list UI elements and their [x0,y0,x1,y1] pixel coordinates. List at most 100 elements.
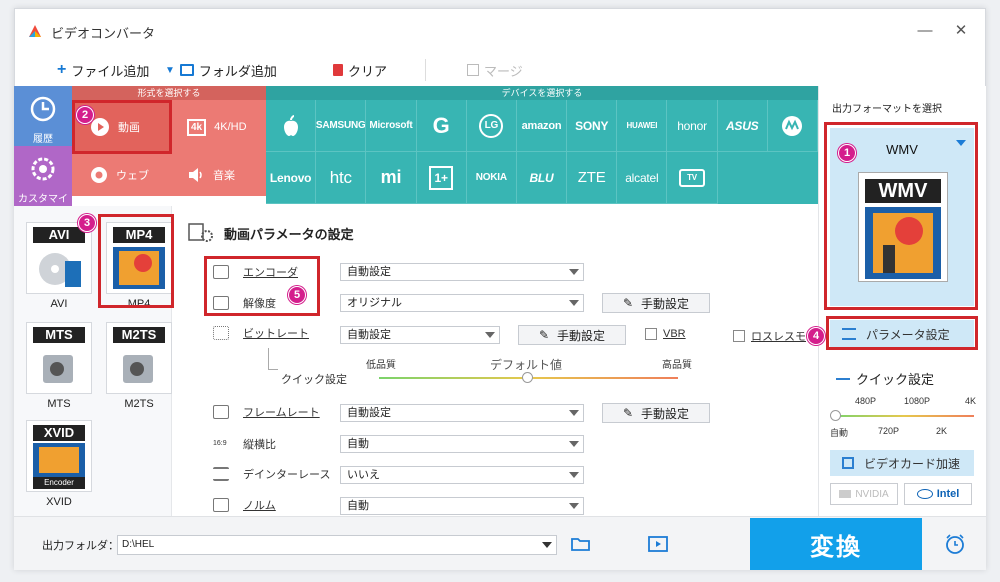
tick-4k: 4K [965,396,977,406]
nvidia-toggle[interactable]: NVIDIA [830,483,898,505]
htc-logo: htc [329,167,352,187]
device-tv[interactable]: TV [667,152,718,204]
device-samsung[interactable]: SAMSUNG [316,100,367,152]
step-badge-4: 4 [807,327,825,345]
device-google[interactable]: G [416,100,467,152]
convert-button[interactable]: 変換 [750,518,922,570]
tick-2k: 2K [936,426,948,436]
format-avi[interactable]: AVI AVI [24,222,94,310]
microsoft-logo: Microsoft [369,120,413,131]
encoder-select[interactable]: 自動設定 [340,263,584,281]
device-lenovo[interactable]: Lenovo [266,152,317,204]
huawei-logo: HUAWEI [626,121,658,130]
params-title-label: 動画パラメータの設定 [224,226,354,242]
xvid-label: XVID [46,496,72,508]
clear-button[interactable]: クリア [333,61,387,79]
pencil-icon: ✎ [538,328,550,342]
quick-slider-handle[interactable] [830,410,841,421]
device-microsoft[interactable]: Microsoft [366,100,417,152]
device-sony[interactable]: SONY [567,100,618,152]
xvid-thumb-label: XVID [33,425,85,441]
folder-add-icon [179,64,194,76]
slider-icon [836,377,850,380]
device-alcatel[interactable]: alcatel [617,152,668,204]
tv-icon: TV [679,168,706,187]
chevron-down-icon[interactable] [542,542,552,548]
norm-label[interactable]: ノルム [243,497,276,513]
device-apple[interactable] [266,100,317,152]
aspect-select[interactable]: 自動 [340,435,584,453]
history-label: 履歴 [33,134,53,145]
bitrate-label[interactable]: ビットレート [243,325,309,341]
step-badge-5: 5 [288,286,306,304]
music-category-tab[interactable]: 音楽 [169,154,266,196]
framerate-label[interactable]: フレームレート [243,404,320,420]
vbr-checkbox[interactable]: VBR [645,328,686,340]
custom-tab[interactable]: カスタマイズ [14,146,72,220]
device-xiaomi[interactable]: mi [366,152,417,204]
merge-button[interactable]: マージ [467,61,523,79]
add-folder-button[interactable]: ▼ フォルダ追加 [165,61,277,79]
chevron-down-icon [569,503,579,509]
bitrate-manual-button[interactable]: ✎ 手動設定 [518,325,626,345]
highlight-mp4 [98,214,174,308]
device-oneplus[interactable]: 1+ [416,152,467,204]
manual-label: 手動設定 [557,328,606,343]
output-path-input[interactable]: D:\HEL [117,535,557,555]
oneplus-logo: 1+ [429,165,454,190]
framerate-icon [213,405,229,419]
device-htc[interactable]: htc [316,152,367,204]
tick-480p: 480P [855,396,877,406]
framerate-manual-button[interactable]: ✎ 手動設定 [602,403,710,423]
close-button[interactable]: ✕ [951,21,971,41]
aspect-value: 自動 [347,438,369,450]
hd-category-tab[interactable]: 4k 4K/HD [169,100,266,154]
deinterlace-select[interactable]: いいえ [340,466,584,484]
output-folder-label: 出力フォルダ： [42,540,119,552]
device-lg[interactable]: LG [466,100,517,152]
aspect-ratio-icon: 16:9 [213,440,227,447]
format-xvid[interactable]: XVID Encoder XVID [24,420,94,508]
aspect-label: 縦横比 [243,439,276,451]
video-preview-icon[interactable] [648,536,668,552]
history-tab[interactable]: 履歴 [14,86,72,146]
gpu-accel-button[interactable]: ビデオカード加速 [830,450,974,476]
device-blu[interactable]: BLU [516,152,568,204]
toolbar-divider [425,59,426,81]
intel-toggle[interactable]: Intel [904,483,972,505]
quick-slider-track[interactable] [834,415,974,417]
app-logo-icon [29,25,41,37]
folder-open-icon[interactable] [571,536,591,552]
lossless-checkbox[interactable]: ロスレスモ [733,328,806,344]
minimize-button[interactable]: — [915,21,935,41]
device-nokia[interactable]: NOKIA [466,152,517,204]
mts-label: MTS [47,398,71,410]
device-asus[interactable]: ASUS [717,100,768,152]
bitrate-select[interactable]: 自動設定 [340,326,500,344]
zte-logo: ZTE [577,169,606,186]
device-honor[interactable]: honor [667,100,718,152]
low-quality-label: 低品質 [366,360,396,371]
clock-icon [30,96,56,122]
toolbar: + ファイル追加 ▼ フォルダ追加 クリア マージ [15,53,819,87]
add-file-button[interactable]: + ファイル追加 [57,61,149,79]
format-m2ts[interactable]: M2TS M2TS [104,322,174,410]
device-zte[interactable]: ZTE [567,152,618,204]
framerate-select[interactable]: 自動設定 [340,404,584,422]
device-motorola[interactable] [767,100,818,152]
chevron-down-icon [485,332,495,338]
resolution-select[interactable]: オリジナル [340,294,584,312]
device-huawei[interactable]: HUAWEI [617,100,668,152]
tick-720p: 720P [878,426,900,436]
resolution-manual-button[interactable]: ✎ 手動設定 [602,293,710,313]
web-category-tab[interactable]: ウェブ [72,154,169,196]
format-header-label: 形式を選択する [137,88,201,98]
add-file-label: ファイル追加 [71,63,150,79]
camcorder-icon [43,355,73,383]
norm-select[interactable]: 自動 [340,497,584,515]
manual-label: 手動設定 [641,406,690,421]
alarm-clock-icon[interactable] [944,533,966,555]
device-amazon[interactable]: amazon [516,100,568,152]
quality-slider-handle[interactable] [522,372,533,383]
format-mts[interactable]: MTS MTS [24,322,94,410]
